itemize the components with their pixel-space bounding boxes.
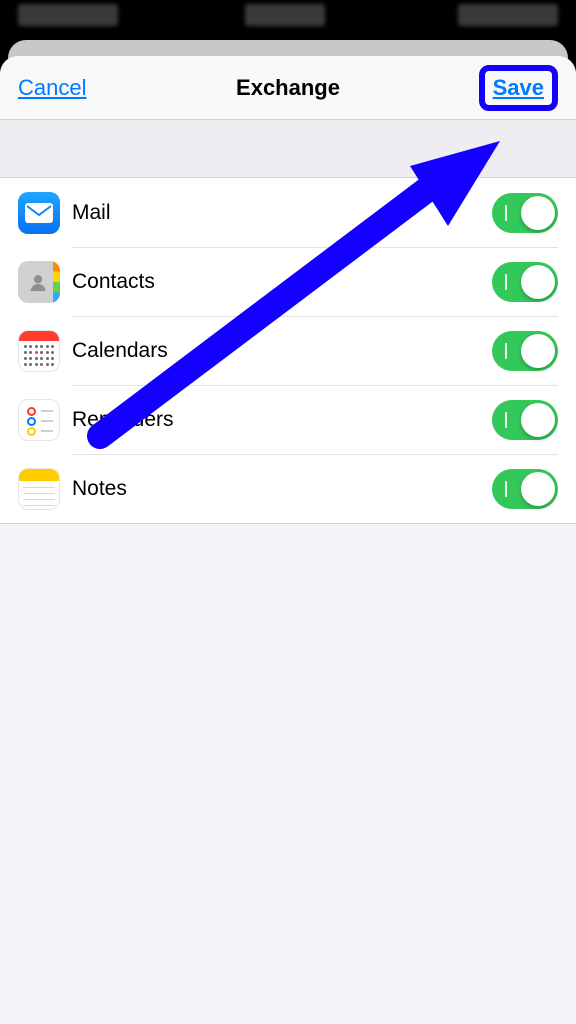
save-button[interactable]: Save (493, 75, 544, 100)
calendars-toggle[interactable] (492, 331, 558, 371)
list-item-label: Calendars (72, 339, 168, 363)
nav-bar: Cancel Exchange Save (0, 56, 576, 120)
list-item-mail: Mail (0, 178, 576, 247)
save-highlight-box: Save (479, 65, 558, 111)
list-item-label: Mail (72, 201, 111, 225)
list-item-label: Contacts (72, 270, 155, 294)
section-gap (0, 120, 576, 178)
calendar-icon (18, 330, 60, 372)
notes-icon (18, 468, 60, 510)
mail-icon (18, 192, 60, 234)
list-item-contacts: Contacts (0, 247, 576, 316)
list-item-label: Reminders (72, 408, 174, 432)
contacts-icon (18, 261, 60, 303)
reminders-toggle[interactable] (492, 400, 558, 440)
list-item-reminders: Reminders (0, 385, 576, 454)
list-item-notes: Notes (0, 454, 576, 523)
page-title: Exchange (138, 75, 438, 101)
status-bar (0, 0, 576, 32)
list-item-calendars: Calendars (0, 316, 576, 385)
cancel-button[interactable]: Cancel (18, 75, 86, 101)
list-item-label: Notes (72, 477, 127, 501)
modal-sheet: Cancel Exchange Save Mail (0, 56, 576, 1024)
mail-toggle[interactable] (492, 193, 558, 233)
contacts-toggle[interactable] (492, 262, 558, 302)
reminders-icon (18, 399, 60, 441)
services-list: Mail Contacts (0, 178, 576, 524)
notes-toggle[interactable] (492, 469, 558, 509)
